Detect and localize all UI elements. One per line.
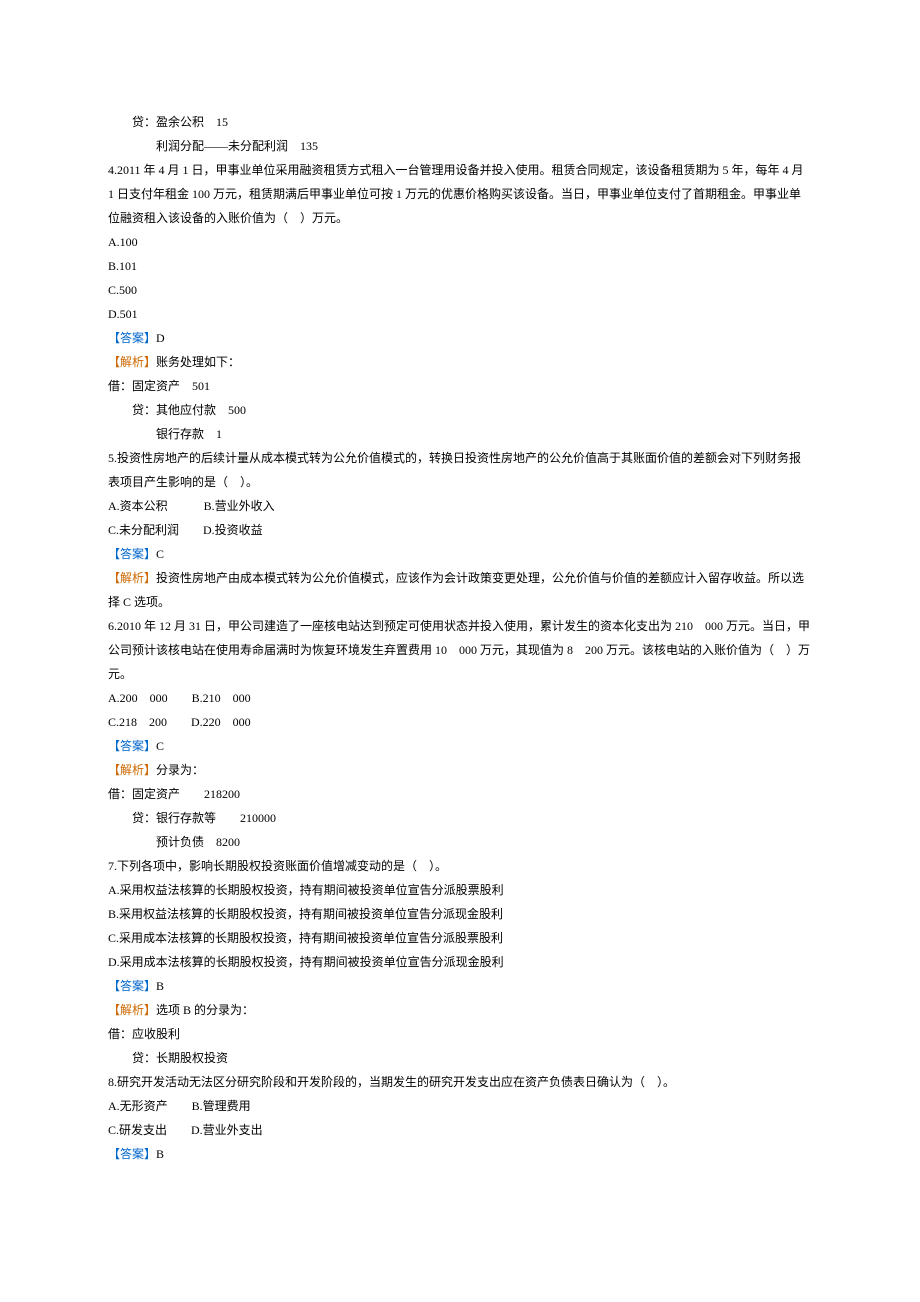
text-line: C.218 200 D.220 000 — [108, 710, 812, 734]
text-span: 选项 B 的分录为： — [156, 1003, 254, 1017]
answer-label: 【答案】 — [108, 979, 156, 993]
text-span: D — [156, 331, 165, 345]
analysis-label: 【解析】 — [108, 571, 156, 585]
text-line: 贷：长期股权投资 — [108, 1046, 812, 1070]
text-line: 银行存款 1 — [108, 422, 812, 446]
text-span: C — [156, 739, 164, 753]
text-line: D.采用成本法核算的长期股权投资，持有期间被投资单位宣告分派现金股利 — [108, 950, 812, 974]
text-span: C.采用成本法核算的长期股权投资，持有期间被投资单位宣告分派股票股利 — [108, 931, 503, 945]
text-line: A.资本公积 B.营业外收入 — [108, 494, 812, 518]
text-line: 贷：银行存款等 210000 — [108, 806, 812, 830]
text-span: B — [156, 979, 164, 993]
text-span: 贷：银行存款等 210000 — [132, 811, 276, 825]
text-span: 7.下列各项中，影响长期股权投资账面价值增减变动的是（ ）。 — [108, 859, 447, 873]
text-line: 【解析】账务处理如下： — [108, 350, 812, 374]
text-span: 借：应收股利 — [108, 1027, 180, 1041]
text-line: C.采用成本法核算的长期股权投资，持有期间被投资单位宣告分派股票股利 — [108, 926, 812, 950]
text-span: D.采用成本法核算的长期股权投资，持有期间被投资单位宣告分派现金股利 — [108, 955, 504, 969]
text-line: 7.下列各项中，影响长期股权投资账面价值增减变动的是（ ）。 — [108, 854, 812, 878]
text-span: A.200 000 B.210 000 — [108, 691, 251, 705]
analysis-label: 【解析】 — [108, 763, 156, 777]
text-span: C.未分配利润 D.投资收益 — [108, 523, 263, 537]
text-line: 预计负债 8200 — [108, 830, 812, 854]
text-line: 【答案】C — [108, 542, 812, 566]
analysis-label: 【解析】 — [108, 355, 156, 369]
text-line: 【答案】B — [108, 1142, 812, 1166]
text-line: 8.研究开发活动无法区分研究阶段和开发阶段的，当期发生的研究开发支出应在资产负债… — [108, 1070, 812, 1094]
text-span: 贷：其他应付款 500 — [132, 403, 246, 417]
text-span: A.无形资产 B.管理费用 — [108, 1099, 251, 1113]
text-line: 【解析】投资性房地产由成本模式转为公允价值模式，应该作为会计政策变更处理，公允价… — [108, 566, 812, 614]
text-line: A.采用权益法核算的长期股权投资，持有期间被投资单位宣告分派股票股利 — [108, 878, 812, 902]
text-span: B.101 — [108, 259, 137, 273]
text-line: D.501 — [108, 302, 812, 326]
text-span: 贷：长期股权投资 — [132, 1051, 228, 1065]
text-span: 借：固定资产 501 — [108, 379, 210, 393]
text-span: 预计负债 8200 — [156, 835, 240, 849]
text-span: 贷：盈余公积 15 — [132, 115, 228, 129]
text-line: A.200 000 B.210 000 — [108, 686, 812, 710]
text-line: A.100 — [108, 230, 812, 254]
text-line: 4.2011 年 4 月 1 日，甲事业单位采用融资租赁方式租入一台管理用设备并… — [108, 158, 812, 230]
text-span: 6.2010 年 12 月 31 日，甲公司建造了一座核电站达到预定可使用状态并… — [108, 619, 810, 681]
text-span: 8.研究开发活动无法区分研究阶段和开发阶段的，当期发生的研究开发支出应在资产负债… — [108, 1075, 675, 1089]
text-line: A.无形资产 B.管理费用 — [108, 1094, 812, 1118]
text-span: C — [156, 547, 164, 561]
answer-label: 【答案】 — [108, 547, 156, 561]
answer-label: 【答案】 — [108, 739, 156, 753]
text-span: A.100 — [108, 235, 138, 249]
text-span: B.采用权益法核算的长期股权投资，持有期间被投资单位宣告分派现金股利 — [108, 907, 503, 921]
text-line: 6.2010 年 12 月 31 日，甲公司建造了一座核电站达到预定可使用状态并… — [108, 614, 812, 686]
text-line: 【解析】选项 B 的分录为： — [108, 998, 812, 1022]
document-page: 贷：盈余公积 15 利润分配——未分配利润 135 4.2011 年 4 月 1 日… — [0, 0, 920, 1302]
text-line: 贷：盈余公积 15 — [108, 110, 812, 134]
text-line: 贷：其他应付款 500 — [108, 398, 812, 422]
text-span: C.218 200 D.220 000 — [108, 715, 251, 729]
text-line: 5.投资性房地产的后续计量从成本模式转为公允价值模式的，转换日投资性房地产的公允… — [108, 446, 812, 494]
text-span: A.资本公积 B.营业外收入 — [108, 499, 275, 513]
text-span: 分录为： — [156, 763, 204, 777]
text-line: C.500 — [108, 278, 812, 302]
text-line: 【答案】D — [108, 326, 812, 350]
text-line: B.101 — [108, 254, 812, 278]
text-span: 投资性房地产由成本模式转为公允价值模式，应该作为会计政策变更处理，公允价值与价值… — [108, 571, 804, 609]
text-span: C.研发支出 D.营业外支出 — [108, 1123, 263, 1137]
text-span: 借：固定资产 218200 — [108, 787, 240, 801]
analysis-label: 【解析】 — [108, 1003, 156, 1017]
text-line: C.未分配利润 D.投资收益 — [108, 518, 812, 542]
text-line: 【解析】分录为： — [108, 758, 812, 782]
text-span: A.采用权益法核算的长期股权投资，持有期间被投资单位宣告分派股票股利 — [108, 883, 504, 897]
answer-label: 【答案】 — [108, 331, 156, 345]
text-line: 【答案】B — [108, 974, 812, 998]
text-span: C.500 — [108, 283, 137, 297]
text-line: 【答案】C — [108, 734, 812, 758]
text-span: 5.投资性房地产的后续计量从成本模式转为公允价值模式的，转换日投资性房地产的公允… — [108, 451, 801, 489]
text-line: 利润分配——未分配利润 135 — [108, 134, 812, 158]
answer-label: 【答案】 — [108, 1147, 156, 1161]
text-line: C.研发支出 D.营业外支出 — [108, 1118, 812, 1142]
document-content: 贷：盈余公积 15 利润分配——未分配利润 135 4.2011 年 4 月 1 日… — [108, 110, 812, 1166]
text-span: B — [156, 1147, 164, 1161]
text-line: 借：应收股利 — [108, 1022, 812, 1046]
text-span: 4.2011 年 4 月 1 日，甲事业单位采用融资租赁方式租入一台管理用设备并… — [108, 163, 807, 225]
text-line: 借：固定资产 501 — [108, 374, 812, 398]
text-span: 账务处理如下： — [156, 355, 240, 369]
text-span: 利润分配——未分配利润 135 — [156, 139, 318, 153]
text-span: D.501 — [108, 307, 138, 321]
text-line: B.采用权益法核算的长期股权投资，持有期间被投资单位宣告分派现金股利 — [108, 902, 812, 926]
text-line: 借：固定资产 218200 — [108, 782, 812, 806]
text-span: 银行存款 1 — [156, 427, 222, 441]
